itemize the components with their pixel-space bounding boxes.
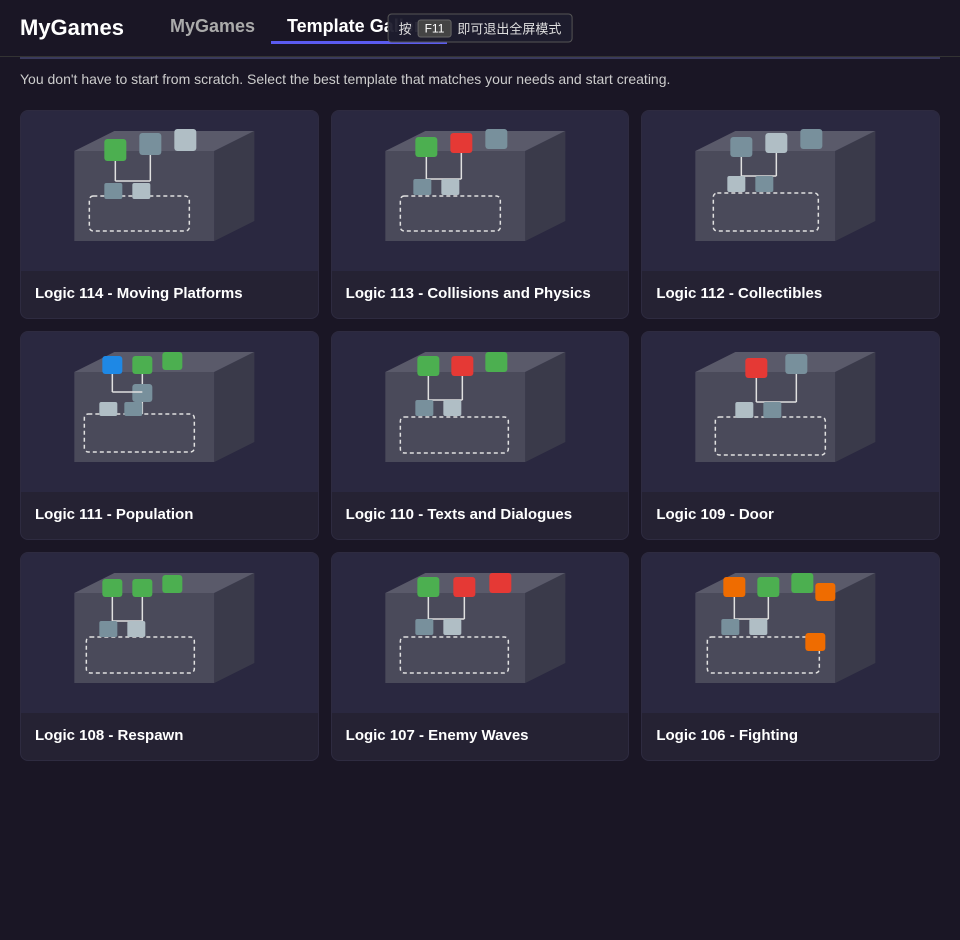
card-label-logic-110: Logic 110 - Texts and Dialogues — [332, 492, 629, 539]
card-label-logic-109: Logic 109 - Door — [642, 492, 939, 539]
subtitle-text: You don't have to start from scratch. Se… — [0, 59, 960, 96]
fullscreen-notice: 按 F11 即可退出全屏模式 — [388, 14, 573, 43]
tab-mygames[interactable]: MyGames — [154, 12, 271, 44]
card-image-logic-113 — [332, 111, 629, 271]
card-logic-113[interactable]: Logic 113 - Collisions and Physics — [331, 110, 630, 319]
card-logic-109[interactable]: Logic 109 - Door — [641, 331, 940, 540]
header: MyGames MyGames Template Gallery 按 F11 即… — [0, 0, 960, 57]
card-label-logic-106: Logic 106 - Fighting — [642, 713, 939, 760]
card-image-logic-114 — [21, 111, 318, 271]
app-logo: MyGames — [20, 15, 124, 41]
card-image-logic-109 — [642, 332, 939, 492]
card-logic-106[interactable]: Logic 106 - Fighting — [641, 552, 940, 761]
card-image-logic-112 — [642, 111, 939, 271]
card-label-logic-114: Logic 114 - Moving Platforms — [21, 271, 318, 318]
card-image-logic-106 — [642, 553, 939, 713]
card-logic-108[interactable]: Logic 108 - Respawn — [20, 552, 319, 761]
card-image-logic-107 — [332, 553, 629, 713]
fullscreen-suffix: 即可退出全屏模式 — [457, 19, 561, 38]
card-label-logic-111: Logic 111 - Population — [21, 492, 318, 539]
card-image-logic-111 — [21, 332, 318, 492]
key-badge: F11 — [418, 19, 452, 37]
card-logic-112[interactable]: Logic 112 - Collectibles — [641, 110, 940, 319]
card-logic-111[interactable]: Logic 111 - Population — [20, 331, 319, 540]
card-image-logic-108 — [21, 553, 318, 713]
card-logic-114[interactable]: Logic 114 - Moving Platforms — [20, 110, 319, 319]
card-image-logic-110 — [332, 332, 629, 492]
card-label-logic-112: Logic 112 - Collectibles — [642, 271, 939, 318]
card-logic-107[interactable]: Logic 107 - Enemy Waves — [331, 552, 630, 761]
card-logic-110[interactable]: Logic 110 - Texts and Dialogues — [331, 331, 630, 540]
card-label-logic-113: Logic 113 - Collisions and Physics — [332, 271, 629, 318]
template-grid: Logic 114 - Moving Platforms — [0, 96, 960, 781]
card-label-logic-107: Logic 107 - Enemy Waves — [332, 713, 629, 760]
card-label-logic-108: Logic 108 - Respawn — [21, 713, 318, 760]
fullscreen-prefix: 按 — [399, 19, 412, 38]
